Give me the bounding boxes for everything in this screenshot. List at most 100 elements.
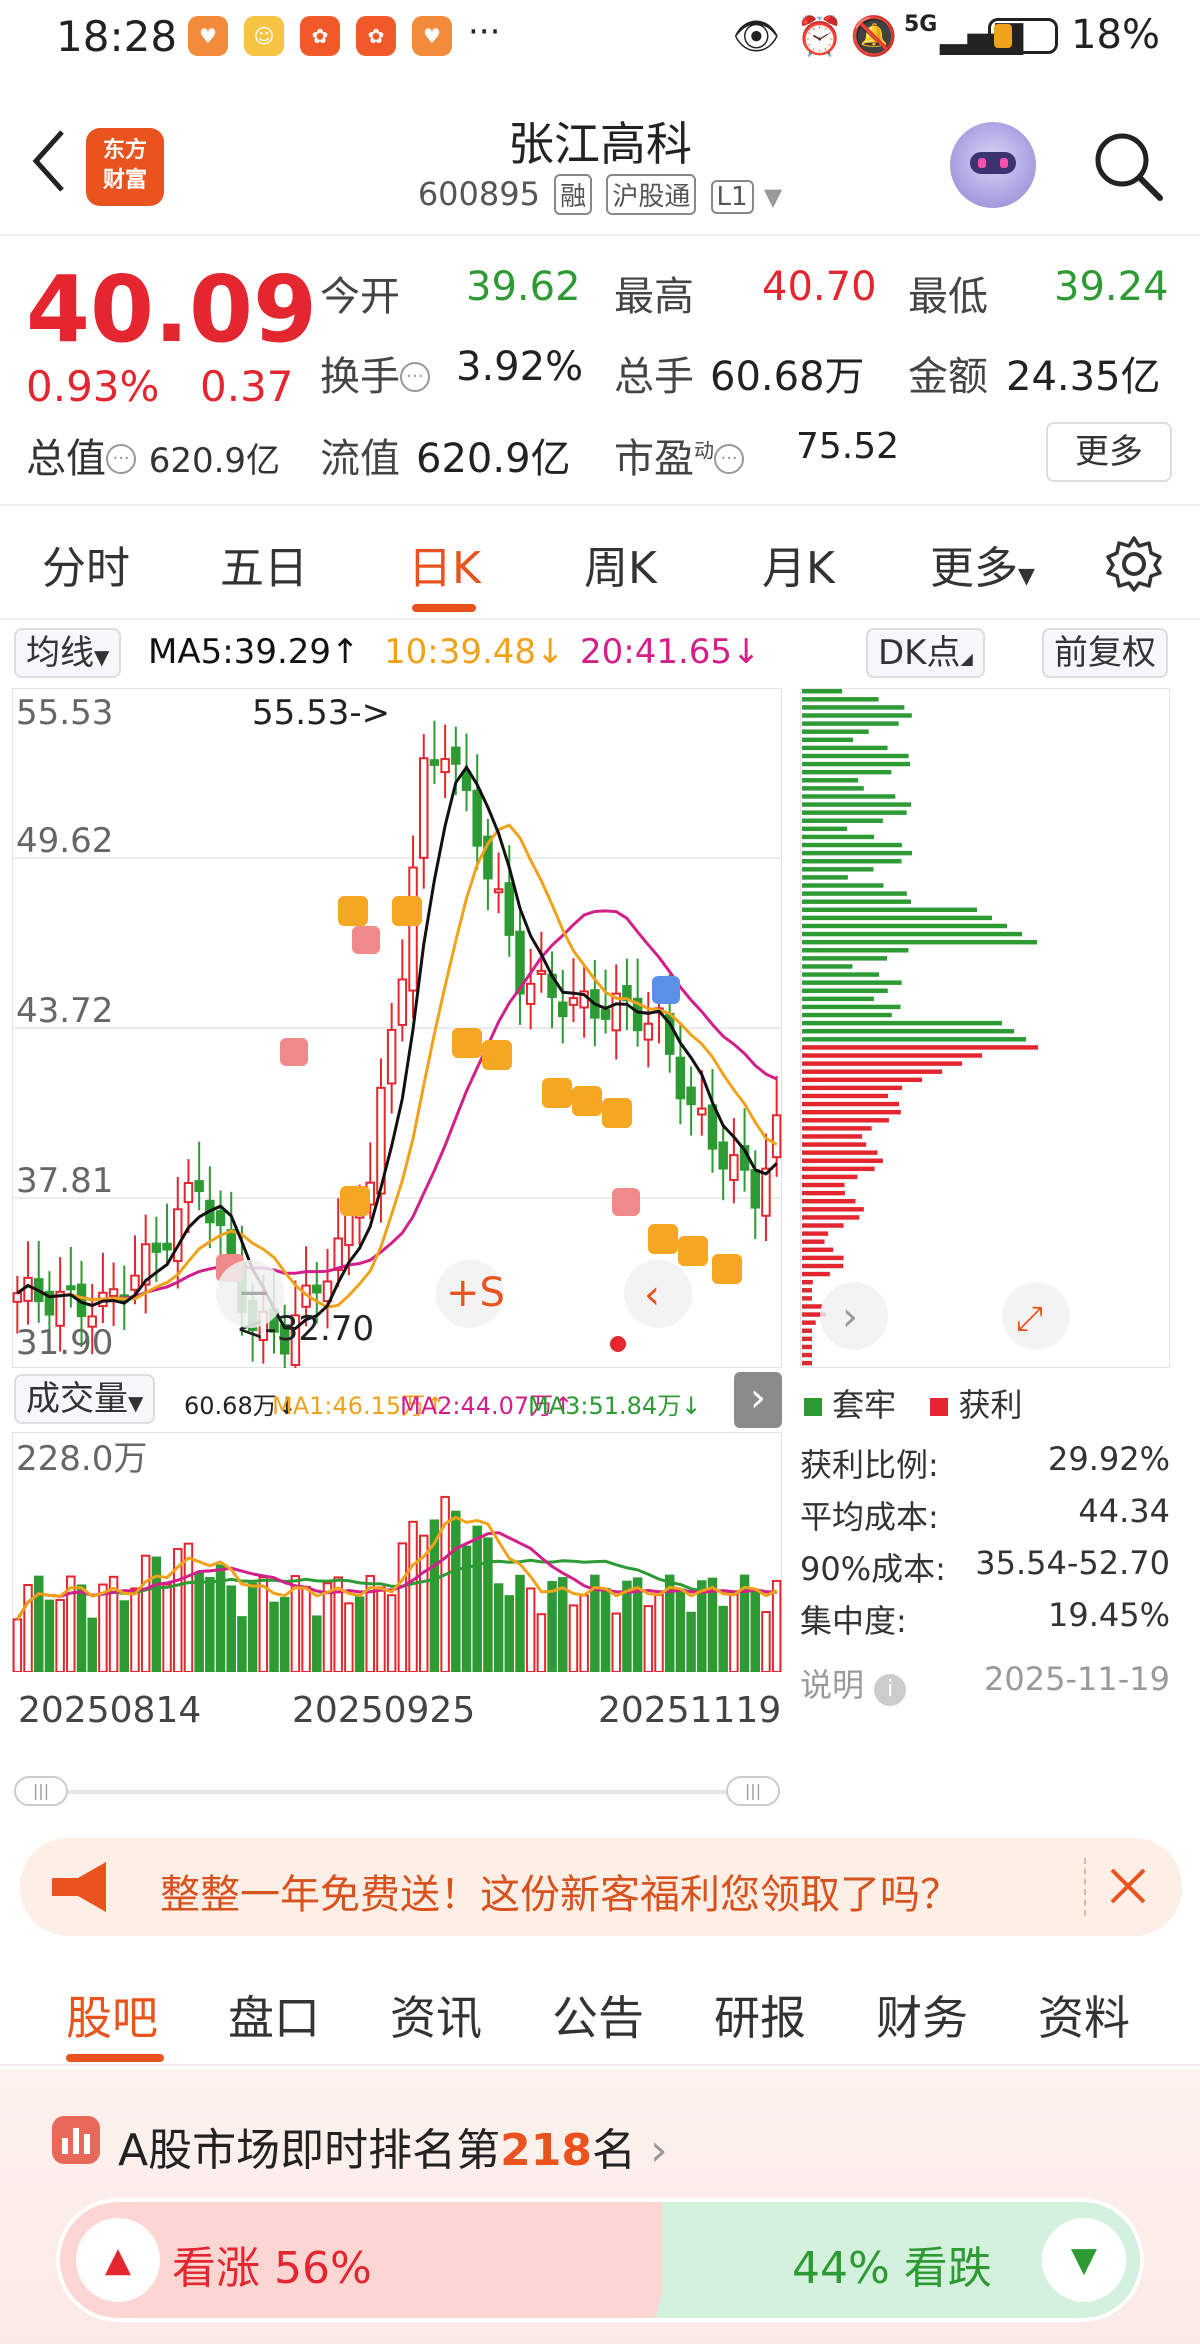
slider-right-handle[interactable]: ||| [726,1776,780,1806]
tab-daily-k[interactable]: 日K [408,532,481,596]
candle-body [472,789,482,847]
chip-bar [802,761,911,767]
notification-app-icon: ☺ [244,16,284,56]
vote-up-label: 看涨 56% [172,2243,372,2294]
change-amount: 0.37 [200,362,294,411]
chip-bar [802,867,874,872]
tag-connect: 沪股通 [606,174,697,215]
more-button[interactable]: 更多 [1046,422,1172,482]
stat-label: 集中度: [800,1602,907,1640]
candle-body [397,978,408,1026]
chevron-left-icon: ‹ [644,1272,660,1318]
total-market-value: 总值 ··· 620.9亿 [26,426,280,484]
info-icon[interactable]: ··· [714,444,744,474]
volume-bar [761,1611,771,1672]
notification-app-icon: ♥ [188,16,228,56]
gear-icon[interactable] [1104,534,1164,594]
note-label: 说明 [800,1666,865,1704]
chip-bar [802,1344,812,1350]
low-value: 39.24 [1054,264,1169,310]
tab-monthly-k[interactable]: 月K [762,532,835,596]
volume-bar [750,1589,761,1672]
legend-swatch-trapped [804,1398,822,1416]
chip-bar [802,1093,889,1099]
volume-bar [119,1600,130,1672]
chip-bar [802,1288,812,1293]
chart-range-slider[interactable]: ||| ||| [14,1774,780,1808]
rank-card: A股市场即时排名第218名 › ▲ 看涨 56% 44% 看跌 ▼ [0,2070,1200,2344]
volume-y-max: 228.0万 [16,1439,147,1479]
volume-bar [397,1542,408,1672]
tab-five-day[interactable]: 五日 [220,532,308,596]
corner-icon: ◢ [960,649,973,668]
volume-bar [76,1584,87,1672]
tab-research[interactable]: 研报 [714,1982,806,2048]
candle-body [418,757,429,859]
adjust-button[interactable]: 前复权 [1042,628,1168,678]
info-icon[interactable]: ··· [400,362,430,392]
stat-label: 平均成本: [800,1498,939,1536]
tab-intraday[interactable]: 分时 [42,532,130,596]
chip-bar [802,1109,901,1115]
volume-bar [162,1583,172,1672]
search-icon[interactable] [1088,126,1168,206]
volume-bar [622,1580,632,1672]
status-bar: 18:28 ♥ ☺ ✿ ✿ ♥ ··· 👁 ⏰ 🔕 5G ▂▄▆ 18% [0,0,1200,72]
expand-panel-button[interactable]: › [734,1372,782,1428]
dk-point-button[interactable]: DK点◢ [866,628,985,678]
chip-distribution[interactable]: › ⤢ [800,688,1170,1368]
indicator-selector-label: 均线 [26,633,94,673]
caret-down-icon: ▼ [1018,564,1035,589]
volume-bar [536,1613,547,1672]
stat-note[interactable]: 说明 i 2025-11-19 [800,1660,1170,1710]
tab-announcements[interactable]: 公告 [552,1982,644,2048]
close-icon[interactable] [1108,1866,1148,1906]
promo-banner[interactable]: 整整一年免费送！这份新客福利您领取了吗？ [20,1838,1182,1936]
indicator-selector[interactable]: 均线▼ [14,628,122,678]
volume-bar [226,1585,236,1672]
chip-bar [802,1255,844,1261]
tab-profile[interactable]: 资料 [1038,1982,1130,2048]
chip-bar [802,1247,834,1253]
volume-selector[interactable]: 成交量▼ [14,1374,156,1424]
tab-weekly-k[interactable]: 周K [584,532,657,596]
chip-bar [802,802,912,807]
stat-value: 29.92% [1047,1440,1170,1478]
tab-forum[interactable]: 股吧 [66,1982,158,2048]
rank-text[interactable]: A股市场即时排名第218名 › [118,2114,668,2178]
chip-bar [802,1328,812,1333]
chip-bar [802,778,859,783]
chip-bar [802,988,888,993]
chip-bar [802,899,912,904]
chip-bar [802,1296,812,1301]
info-icon[interactable]: ··· [106,444,136,474]
candle-body [312,1284,322,1294]
stat-profit-ratio: 获利比例: 29.92% [800,1440,1170,1490]
volume-bar [718,1605,728,1672]
chip-bar [802,972,880,977]
y-tick: 49.62 [16,821,113,861]
ai-assistant-icon[interactable] [950,122,1036,208]
kline-chart[interactable]: 55.53 49.62 43.72 37.81 31.90 55.53-> <-… [12,688,782,1368]
chip-bar [802,1336,812,1342]
chip-bar [802,834,875,840]
tab-more[interactable]: 更多▼ [930,532,1035,596]
chip-bar [802,1279,813,1285]
active-tab-indicator [66,2054,164,2062]
tab-financials[interactable]: 财务 [876,1982,968,2048]
candle-body [333,1237,343,1272]
chip-bar [802,883,884,888]
vote-up-area[interactable]: ▲ 看涨 56% [60,2202,670,2318]
slider-left-handle[interactable]: ||| [14,1776,68,1806]
chip-bar [802,1166,875,1172]
volume-bar [301,1585,311,1672]
chip-bar [802,729,869,734]
pe-label: 市盈动 ··· [614,426,744,484]
legend-profit: 获利 [958,1386,1023,1424]
t-marker [338,896,368,926]
vote-down-area[interactable]: 44% 看跌 ▼ [662,2202,1140,2318]
alarm-icon: ⏰ [796,14,844,58]
tab-order-book[interactable]: 盘口 [228,1982,320,2048]
tab-news[interactable]: 资讯 [390,1982,482,2048]
candle-body [440,758,450,774]
